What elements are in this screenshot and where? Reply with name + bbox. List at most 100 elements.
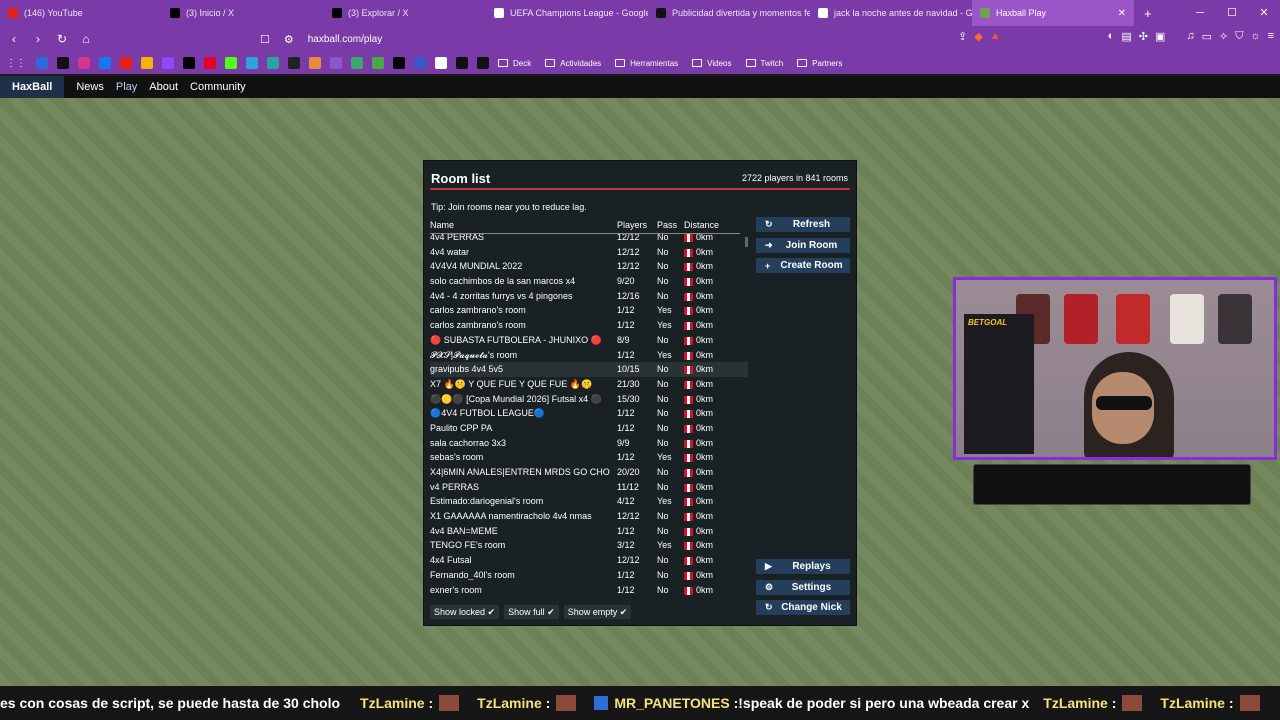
- room-row[interactable]: 4v4 - 4 zorritas furrys vs 4 pingones 12/…: [430, 289, 748, 304]
- bookmark-tiktok-icon[interactable]: [57, 57, 69, 69]
- bookmark-videos[interactable]: Videos: [692, 59, 732, 68]
- bookmark-telegram-icon[interactable]: [246, 57, 258, 69]
- forward-icon[interactable]: ›: [28, 32, 48, 46]
- bookmark-ai-icon[interactable]: [288, 57, 300, 69]
- bookmark-outlook-icon[interactable]: [36, 57, 48, 69]
- brave-shield-icon[interactable]: ◆: [974, 30, 982, 43]
- bookmark-icon[interactable]: ☐: [260, 33, 270, 46]
- close-tab-icon[interactable]: ✕: [1118, 8, 1126, 19]
- room-row[interactable]: X1 GAAAAAA namentiracholo 4v4 nmas 12/12 N…: [430, 509, 748, 524]
- bookmark-arrow-icon[interactable]: [330, 57, 342, 69]
- sidebar-icon[interactable]: ▣: [1155, 30, 1165, 43]
- url-field[interactable]: ☐ ⚙ haxball.com/play: [110, 29, 810, 49]
- browser-tab[interactable]: jack la noche antes de navidad - Go: [810, 0, 972, 26]
- bookmark-instagram-icon[interactable]: [78, 57, 90, 69]
- room-row[interactable]: 𝓟𝓧𝓢|𝓟𝓪𝓺𝓾𝓮𝓽𝓪's room 1/12 Yes 0km: [430, 348, 748, 363]
- bookmark-diamond-icon[interactable]: [456, 57, 468, 69]
- bookmark-twitch[interactable]: Twitch: [745, 59, 783, 68]
- room-row[interactable]: Paulito CPP PA 1/12 No 0km: [430, 421, 748, 436]
- bookmark-herramientas[interactable]: Herramientas: [615, 59, 678, 68]
- bookmark-app-icon[interactable]: [267, 57, 279, 69]
- music-icon[interactable]: ♫: [1186, 30, 1194, 43]
- rewards-icon[interactable]: ▲: [990, 30, 1001, 43]
- room-row[interactable]: 4x4 Futsal 12/12 No 0km: [430, 553, 748, 568]
- bookmark-youtube-icon[interactable]: [120, 57, 132, 69]
- col-players[interactable]: Players: [617, 220, 647, 230]
- nav-community[interactable]: Community: [190, 81, 246, 93]
- room-row[interactable]: Fernando_40l's room 1/12 No 0km: [430, 568, 748, 583]
- room-row[interactable]: ⚫🟡⚫ [Copa Mundial 2026] Futsal x4 ⚫ 15/30…: [430, 392, 748, 407]
- room-list-scrollbar[interactable]: [745, 237, 748, 247]
- join-room-button[interactable]: ➜ Join Room: [756, 238, 850, 253]
- room-row[interactable]: X7 🔥🤫 Y QUE FUE Y QUE FUE 🔥🤫 21/30 No 0km: [430, 377, 748, 392]
- room-row[interactable]: solo cachimbos de la san marcos x4 9/20 No…: [430, 274, 748, 289]
- browser-tab[interactable]: Haxball Play ✕: [972, 0, 1134, 26]
- room-row[interactable]: gravipubs 4v4 5v5 10/15 No 0km: [430, 362, 748, 377]
- new-tab-icon[interactable]: +: [1144, 6, 1152, 21]
- room-row[interactable]: carlos zambrano's room 1/12 Yes 0km: [430, 318, 748, 333]
- bookmark-drive-icon[interactable]: [351, 57, 363, 69]
- change-nick-button[interactable]: ↻ Change Nick: [756, 600, 850, 615]
- browser-tab[interactable]: (3) Inicio / X: [162, 0, 324, 26]
- reader-icon[interactable]: ▤: [1121, 30, 1131, 43]
- room-list[interactable]: 4v4 PERRAS 12/12 No 0km 4v4 watar 12/12 No 0km 4…: [430, 230, 748, 596]
- profile-icon[interactable]: ☼: [1250, 30, 1260, 43]
- room-row[interactable]: X4|6MIN ANALES|ENTREN MRDS GO CHO 20/20 No…: [430, 465, 748, 480]
- create-room-button[interactable]: + Create Room: [756, 258, 850, 273]
- nav-news[interactable]: News: [76, 81, 104, 93]
- col-distance[interactable]: Distance: [684, 220, 719, 230]
- room-row[interactable]: Estimado:dariogenial's room 4/12 Yes 0km: [430, 494, 748, 509]
- bookmark-capcut-icon[interactable]: [393, 57, 405, 69]
- room-row[interactable]: 🔵4V4 FUTBOL LEAGUE🔵 1/12 No 0km: [430, 406, 748, 421]
- bookmark-keep-icon[interactable]: [141, 57, 153, 69]
- bookmark-partners[interactable]: Partners: [797, 59, 842, 68]
- minimize-icon[interactable]: ─: [1184, 0, 1216, 26]
- bookmark-deck[interactable]: Deck: [498, 59, 531, 68]
- browser-tab[interactable]: Publicidad divertida y momentos fel: [648, 0, 810, 26]
- replays-button[interactable]: ▶ Replays: [756, 559, 850, 574]
- bookmark-x-icon[interactable]: [183, 57, 195, 69]
- refresh-button[interactable]: ↻ Refresh: [756, 217, 850, 232]
- col-pass[interactable]: Pass: [657, 220, 677, 230]
- bookmark-maps-icon[interactable]: [372, 57, 384, 69]
- wallet-icon[interactable]: ▭: [1202, 30, 1212, 43]
- bookmark-facebook-icon[interactable]: [99, 57, 111, 69]
- bookmark-star-icon[interactable]: [477, 57, 489, 69]
- room-row[interactable]: 🔴 SUBASTA FUTBOLERA - JHUNIXO 🔴 8/9 No 0km: [430, 333, 748, 348]
- vpn-icon[interactable]: ⛉: [1235, 30, 1243, 43]
- room-row[interactable]: carlos zambrano's room 1/12 Yes 0km: [430, 303, 748, 318]
- site-settings-icon[interactable]: ⚙: [284, 33, 294, 46]
- room-row[interactable]: sala cachorrao 3x3 9/9 No 0km: [430, 436, 748, 451]
- room-row[interactable]: TENGO FE's room 3/12 Yes 0km: [430, 538, 748, 553]
- bookmark-twitch-icon[interactable]: [162, 57, 174, 69]
- room-row[interactable]: exner's room 1/12 No 0km: [430, 583, 748, 597]
- close-window-icon[interactable]: ✕: [1248, 0, 1280, 26]
- col-name[interactable]: Name: [430, 220, 454, 230]
- maximize-icon[interactable]: ☐: [1216, 0, 1248, 26]
- home-icon[interactable]: ⌂: [76, 32, 96, 46]
- show-locked-toggle[interactable]: Show locked ✔: [430, 605, 500, 619]
- browser-tab[interactable]: (146) YouTube: [0, 0, 162, 26]
- room-row[interactable]: 4v4 watar 12/12 No 0km: [430, 245, 748, 260]
- nav-play[interactable]: Play: [116, 81, 137, 93]
- back-icon[interactable]: ‹: [4, 32, 24, 46]
- leo-icon[interactable]: ✧: [1219, 30, 1228, 43]
- bookmark-pinterest-icon[interactable]: [204, 57, 216, 69]
- bookmark-game-icon[interactable]: [309, 57, 321, 69]
- settings-button[interactable]: ⚙ Settings: [756, 580, 850, 595]
- room-row[interactable]: 4V4V4 MUNDIAL 2022 12/12 No 0km: [430, 259, 748, 274]
- browser-tab[interactable]: UEFA Champions League - Google S: [486, 0, 648, 26]
- show-empty-toggle[interactable]: Show empty ✔: [563, 605, 632, 619]
- room-row[interactable]: 4v4 BAN=MEME 1/12 No 0km: [430, 524, 748, 539]
- reload-icon[interactable]: ↻: [52, 32, 72, 46]
- puzzle-icon[interactable]: ✣: [1139, 30, 1148, 43]
- bookmark-actividades[interactable]: Actividades: [545, 59, 601, 68]
- bookmark-notion-icon[interactable]: [435, 57, 447, 69]
- room-row[interactable]: sebas's room 1/12 Yes 0km: [430, 450, 748, 465]
- show-full-toggle[interactable]: Show full ✔: [504, 605, 559, 619]
- nav-about[interactable]: About: [149, 81, 178, 93]
- menu-icon[interactable]: ≡: [1268, 30, 1274, 43]
- bookmark-r-icon[interactable]: [414, 57, 426, 69]
- bookmark-kick-icon[interactable]: [225, 57, 237, 69]
- apps-icon[interactable]: ⋮⋮: [6, 58, 26, 69]
